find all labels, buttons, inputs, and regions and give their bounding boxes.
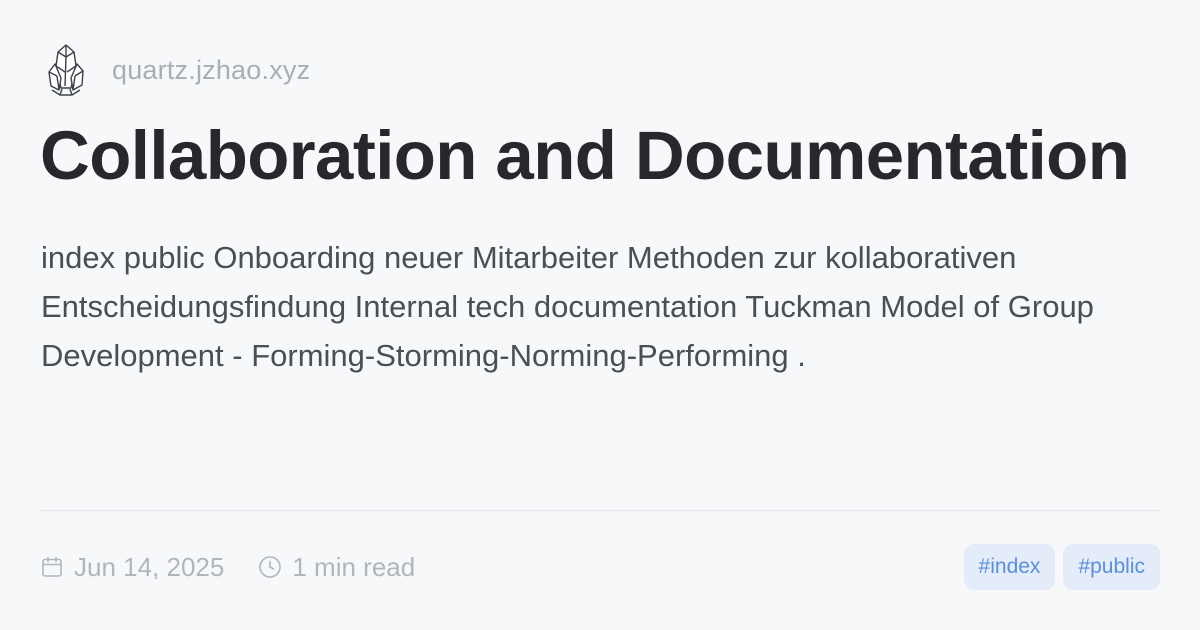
crystal-icon (48, 44, 84, 96)
site-name[interactable]: quartz.jzhao.xyz (112, 55, 310, 86)
reading-time: 1 min read (292, 551, 416, 582)
tag-public[interactable]: #public (1063, 544, 1160, 590)
reading-time-meta: 1 min read (258, 552, 415, 583)
publish-date: Jun 14, 2025 (74, 551, 225, 582)
calendar-icon (42, 556, 62, 577)
og-card: quartz.jzhao.xyz Collaboration and Docum… (0, 0, 1200, 630)
footer: Jun 14, 2025 1 min read #index #public (40, 543, 1160, 591)
date-meta: Jun 14, 2025 (40, 552, 224, 583)
tag-list: #index #public (963, 544, 1160, 590)
page-title: Collaboration and Documentation (40, 117, 1130, 194)
page-meta: Jun 14, 2025 1 min read (40, 552, 415, 583)
divider (40, 510, 1160, 511)
tag-index[interactable]: #index (963, 544, 1056, 590)
site-header: quartz.jzhao.xyz (46, 42, 310, 98)
clock-icon (259, 556, 282, 578)
page-description: index public Onboarding neuer Mitarbeite… (41, 240, 1094, 373)
